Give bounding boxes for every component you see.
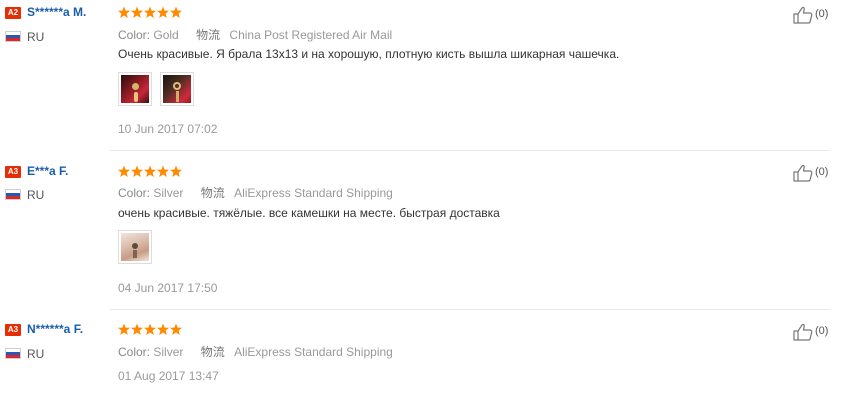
helpful-button[interactable]: (0) — [793, 164, 837, 182]
star-rating — [118, 165, 188, 179]
color-label: Color: — [118, 28, 151, 42]
helpful-button[interactable]: (0) — [793, 6, 837, 24]
helpful-count: (0) — [815, 166, 829, 178]
logistics-value: AliExpress Standard Shipping — [234, 345, 393, 359]
russia-flag-icon — [5, 189, 21, 200]
review-date: 01 Aug 2017 13:47 — [118, 369, 219, 383]
logistics-value: China Post Registered Air Mail — [229, 28, 393, 42]
review-date: 04 Jun 2017 17:50 — [118, 281, 218, 295]
logistics-icon: 物流 — [200, 186, 225, 200]
russia-flag-icon — [5, 348, 21, 359]
review-divider — [110, 150, 830, 151]
buyer-name[interactable]: E***a F. — [27, 164, 68, 178]
review-attributes: Color: Silver 物流 AliExpress Standard Shi… — [118, 184, 393, 201]
thumbs-up-icon — [793, 6, 813, 24]
review-text: Очень красивые. Я брала 13x13 и на хорош… — [118, 47, 620, 61]
color-value: Gold — [153, 28, 179, 42]
buyer-country: RU — [27, 30, 45, 44]
review-photo[interactable] — [118, 230, 152, 264]
review-item: A2 S******a M. RU Color: Gold 物流 China P… — [0, 0, 847, 150]
color-value: Silver — [153, 186, 184, 200]
color-label: Color: — [118, 345, 151, 359]
review-photo[interactable] — [160, 72, 194, 106]
review-photo-image — [121, 75, 149, 103]
helpful-count: (0) — [815, 8, 829, 20]
buyer-level-badge: A3 — [5, 166, 21, 178]
review-item: A3 N******a F. RU Color: Silver 物流 AliEx… — [0, 316, 847, 416]
star-rating — [118, 6, 188, 20]
buyer-name[interactable]: N******a F. — [27, 322, 83, 336]
review-text: очень красивые. тяжёлые. все камешки на … — [118, 206, 500, 220]
helpful-button[interactable]: (0) — [793, 323, 837, 341]
review-photo[interactable] — [118, 72, 152, 106]
logistics-value: AliExpress Standard Shipping — [234, 186, 393, 200]
thumbs-up-icon — [793, 323, 813, 341]
buyer-name[interactable]: S******a M. — [27, 5, 86, 19]
review-divider — [110, 309, 830, 310]
logistics-icon: 物流 — [200, 345, 225, 359]
color-value: Silver — [153, 345, 184, 359]
review-photo-image — [121, 233, 149, 261]
buyer-level-badge: A3 — [5, 324, 21, 336]
color-label: Color: — [118, 186, 151, 200]
review-attributes: Color: Gold 物流 China Post Registered Air… — [118, 26, 392, 43]
buyer-country: RU — [27, 188, 45, 202]
buyer-country: RU — [27, 347, 45, 361]
review-attributes: Color: Silver 物流 AliExpress Standard Shi… — [118, 343, 393, 360]
buyer-level-badge: A2 — [5, 7, 21, 19]
star-icon — [118, 323, 182, 335]
star-rating — [118, 323, 188, 337]
helpful-count: (0) — [815, 325, 829, 337]
russia-flag-icon — [5, 31, 21, 42]
thumbs-up-icon — [793, 164, 813, 182]
logistics-icon: 物流 — [196, 28, 221, 42]
star-icon — [118, 6, 182, 18]
review-date: 10 Jun 2017 07:02 — [118, 122, 218, 136]
review-item: A3 E***a F. RU Color: Silver 物流 AliExpre… — [0, 158, 847, 308]
star-icon — [118, 165, 182, 177]
review-photo-image — [163, 75, 191, 103]
